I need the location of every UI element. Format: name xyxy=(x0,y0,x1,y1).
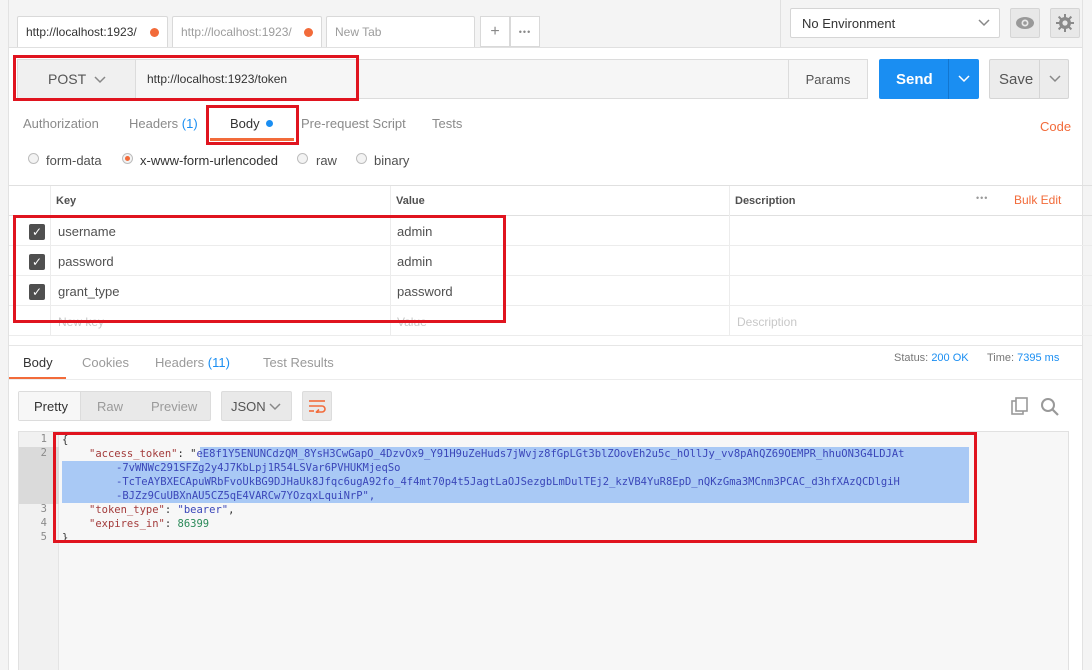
tab-label: New Tab xyxy=(335,25,382,39)
divider xyxy=(780,0,781,48)
tab-label: http://localhost:1923/ xyxy=(181,25,292,39)
tab-pre-request-script[interactable]: Pre-request Script xyxy=(301,116,406,131)
chevron-down-icon xyxy=(1048,75,1061,83)
line-number: 2 xyxy=(40,447,47,459)
new-tab-button[interactable]: + xyxy=(480,16,510,47)
response-tab-cookies[interactable]: Cookies xyxy=(82,355,129,370)
tab-label: Test Results xyxy=(263,355,334,370)
chevron-down-icon xyxy=(269,403,281,411)
line-number: 3 xyxy=(40,503,47,515)
line-number: 1 xyxy=(40,433,47,445)
radio-label: binary xyxy=(374,153,410,168)
column-header-value: Value xyxy=(396,195,425,207)
tab-label: Headers xyxy=(129,116,179,131)
tab-more-button[interactable]: ••• xyxy=(510,16,540,47)
eye-icon xyxy=(1016,17,1034,29)
format-select[interactable]: JSON xyxy=(221,391,292,421)
tab-label: Headers xyxy=(155,355,205,370)
radio-binary[interactable] xyxy=(356,153,367,164)
table-more-button[interactable]: ••• xyxy=(976,193,988,203)
wrap-lines-icon xyxy=(309,400,326,413)
tab-headers[interactable]: Headers (1) xyxy=(129,116,198,131)
response-tab-body[interactable]: Body xyxy=(23,355,53,370)
gear-icon xyxy=(1056,14,1074,32)
params-button[interactable]: Params xyxy=(788,59,868,99)
settings-button[interactable] xyxy=(1050,8,1080,38)
headers-count: (11) xyxy=(207,355,230,370)
annotation-box xyxy=(53,432,977,543)
line-number: 5 xyxy=(40,531,47,543)
send-label: Send xyxy=(896,70,933,88)
params-label: Params xyxy=(805,71,851,87)
eye-button[interactable] xyxy=(1010,8,1040,38)
environment-label: No Environment xyxy=(802,15,896,31)
line-number: 4 xyxy=(40,517,47,529)
save-options-button[interactable] xyxy=(1039,59,1069,99)
environment-select[interactable]: No Environment xyxy=(790,8,1000,38)
tab-label: Body xyxy=(23,355,53,370)
request-tab-1[interactable]: http://localhost:1923/ xyxy=(17,16,168,47)
request-tab-3[interactable]: New Tab xyxy=(326,16,475,47)
response-tab-headers[interactable]: Headers (11) xyxy=(155,355,230,370)
tab-label: http://localhost:1923/ xyxy=(26,25,137,39)
annotation-box xyxy=(206,105,299,145)
more-dots-icon: ••• xyxy=(518,26,532,37)
save-label: Save xyxy=(999,70,1034,88)
tab-label: Tests xyxy=(432,116,463,131)
plus-icon: + xyxy=(490,22,500,40)
chevron-down-icon xyxy=(978,19,990,27)
unsaved-dot-icon xyxy=(150,28,159,37)
radio-urlencoded[interactable] xyxy=(122,153,133,164)
radio-label: x-www-form-urlencoded xyxy=(140,153,278,168)
status-label: Status: xyxy=(894,352,929,364)
divider xyxy=(9,345,1082,346)
status-value: 200 OK xyxy=(931,352,969,364)
headers-count: (1) xyxy=(181,116,198,131)
status-text: Status: 200 OK xyxy=(894,352,969,364)
column-header-description: Description xyxy=(735,195,796,207)
new-description-input[interactable]: Description xyxy=(737,315,797,329)
code-label: Code xyxy=(1040,119,1072,134)
code-link[interactable]: Code xyxy=(1040,119,1071,134)
view-preview-button[interactable]: Preview xyxy=(151,399,197,414)
radio-label: raw xyxy=(316,153,337,168)
tab-label: Pre-request Script xyxy=(301,116,406,131)
copy-icon[interactable] xyxy=(1011,397,1029,415)
tab-tests[interactable]: Tests xyxy=(432,116,462,131)
radio-raw[interactable] xyxy=(297,153,308,164)
sidebar-edge xyxy=(0,0,9,670)
divider xyxy=(9,379,1082,380)
wrap-button[interactable] xyxy=(302,391,332,421)
column-header-key: Key xyxy=(56,195,77,207)
unsaved-dot-icon xyxy=(304,28,313,37)
view-pretty-button[interactable]: Pretty xyxy=(34,399,68,414)
bulk-edit-link[interactable]: Bulk Edit xyxy=(1014,193,1061,207)
format-label: JSON xyxy=(231,398,266,414)
send-options-button[interactable] xyxy=(948,59,979,99)
time-value: 7395 ms xyxy=(1017,352,1060,364)
view-raw-button[interactable]: Raw xyxy=(97,399,123,414)
radio-form-data[interactable] xyxy=(28,153,39,164)
search-icon[interactable] xyxy=(1040,397,1060,417)
annotation-box xyxy=(13,215,506,323)
tab-label: Cookies xyxy=(82,355,129,370)
tab-authorization[interactable]: Authorization xyxy=(23,116,99,131)
response-tab-test-results[interactable]: Test Results xyxy=(263,355,334,370)
radio-label: form-data xyxy=(46,153,102,168)
time-text: Time: 7395 ms xyxy=(987,352,1059,364)
tab-label: Authorization xyxy=(23,116,99,131)
request-tab-2[interactable]: http://localhost:1923/ xyxy=(172,16,322,47)
annotation-box xyxy=(13,55,359,101)
chevron-down-icon xyxy=(958,75,970,83)
time-label: Time: xyxy=(987,352,1015,364)
